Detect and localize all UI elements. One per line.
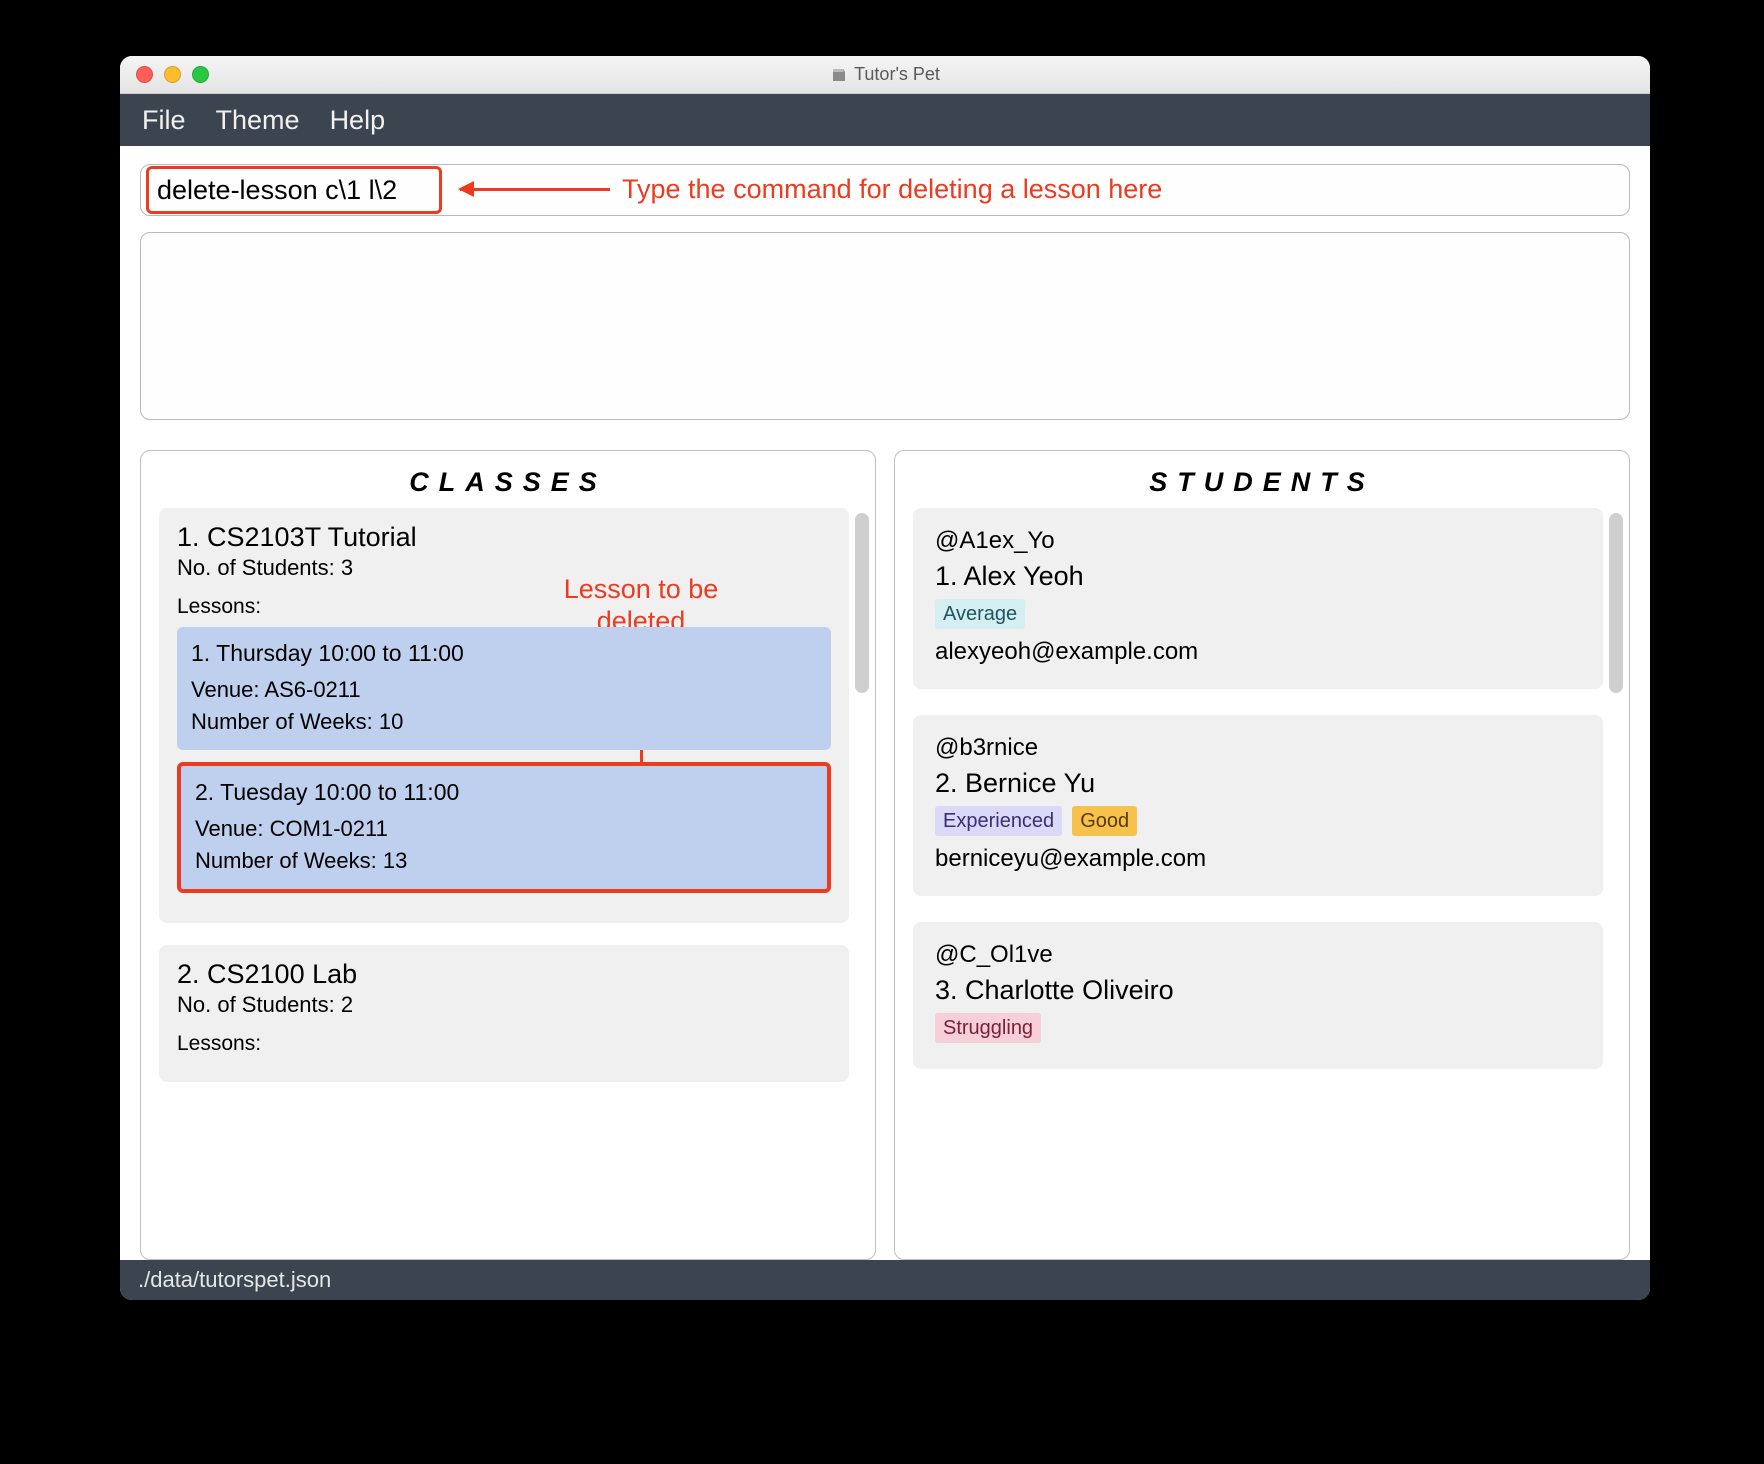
- minimize-icon[interactable]: [164, 66, 181, 83]
- menu-help[interactable]: Help: [330, 105, 386, 136]
- classes-title: CLASSES: [141, 451, 875, 508]
- menubar: File Theme Help: [120, 94, 1650, 146]
- student-handle: @b3rnice: [935, 731, 1581, 765]
- classes-panel: CLASSES Lesson to be deleted 1. CS2103T …: [140, 450, 876, 1260]
- window-title: Tutor's Pet: [120, 64, 1650, 85]
- status-path: ./data/tutorspet.json: [138, 1267, 331, 1293]
- student-card[interactable]: @A1ex_Yo1. Alex YeohAverage alexyeoh@exam…: [913, 508, 1603, 689]
- student-name: 1. Alex Yeoh: [935, 558, 1581, 596]
- classes-body: Lesson to be deleted 1. CS2103T Tutorial…: [141, 508, 875, 1259]
- menu-theme[interactable]: Theme: [216, 105, 300, 136]
- app-window: Tutor's Pet File Theme Help Type the com…: [120, 56, 1650, 1300]
- lesson-card[interactable]: 2. Tuesday 10:00 to 11:00 Venue: COM1-021…: [177, 762, 831, 893]
- command-input[interactable]: [140, 164, 1630, 216]
- student-handle: @C_Ol1ve: [935, 938, 1581, 972]
- class-card[interactable]: 2. CS2100 LabNo. of Students: 2 Lessons:: [159, 945, 849, 1082]
- student-email: alexyeoh@example.com: [935, 635, 1581, 669]
- class-card[interactable]: 1. CS2103T TutorialNo. of Students: 3 Les…: [159, 508, 849, 923]
- class-title: 2. CS2100 Lab: [177, 959, 831, 990]
- students-title: STUDENTS: [895, 451, 1629, 508]
- lesson-venue: Venue: AS6-0211: [191, 674, 817, 706]
- class-students-count: No. of Students: 2: [177, 992, 831, 1018]
- window-title-text: Tutor's Pet: [854, 64, 940, 85]
- output-wrap: [120, 224, 1650, 420]
- close-icon[interactable]: [136, 66, 153, 83]
- lesson-weeks: Number of Weeks: 13: [195, 845, 813, 877]
- student-name: 3. Charlotte Oliveiro: [935, 972, 1581, 1010]
- lessons-label: Lessons:: [177, 1032, 831, 1056]
- lesson-weeks: Number of Weeks: 10: [191, 706, 817, 738]
- students-panel: STUDENTS @A1ex_Yo1. Alex YeohAverage alex…: [894, 450, 1630, 1260]
- window-controls: [120, 66, 209, 83]
- menu-file[interactable]: File: [142, 105, 186, 136]
- lesson-card[interactable]: 1. Thursday 10:00 to 11:00 Venue: AS6-021…: [177, 627, 831, 750]
- student-tags: Experienced Good: [935, 806, 1581, 836]
- tag: Good: [1072, 806, 1137, 836]
- titlebar: Tutor's Pet: [120, 56, 1650, 94]
- students-body: @A1ex_Yo1. Alex YeohAverage alexyeoh@exam…: [895, 508, 1629, 1259]
- lesson-header: 2. Tuesday 10:00 to 11:00: [195, 776, 813, 809]
- lesson-venue: Venue: COM1-0211: [195, 813, 813, 845]
- tag: Average: [935, 599, 1025, 629]
- lesson-header: 1. Thursday 10:00 to 11:00: [191, 637, 817, 670]
- class-students-count: No. of Students: 3: [177, 555, 831, 581]
- panels: CLASSES Lesson to be deleted 1. CS2103T …: [120, 420, 1650, 1260]
- student-email: berniceyu@example.com: [935, 842, 1581, 876]
- tag: Experienced: [935, 806, 1062, 836]
- output-box: [140, 232, 1630, 420]
- student-tags: Average: [935, 599, 1581, 629]
- app-icon: [830, 66, 848, 84]
- command-wrap: Type the command for deleting a lesson h…: [120, 146, 1650, 224]
- student-tags: Struggling: [935, 1013, 1581, 1043]
- zoom-icon[interactable]: [192, 66, 209, 83]
- student-handle: @A1ex_Yo: [935, 524, 1581, 558]
- lessons-label: Lessons:: [177, 595, 831, 619]
- statusbar: ./data/tutorspet.json: [120, 1260, 1650, 1300]
- tag: Struggling: [935, 1013, 1041, 1043]
- student-name: 2. Bernice Yu: [935, 765, 1581, 803]
- student-card[interactable]: @C_Ol1ve3. Charlotte OliveiroStruggling: [913, 922, 1603, 1069]
- class-title: 1. CS2103T Tutorial: [177, 522, 831, 553]
- student-card[interactable]: @b3rnice2. Bernice YuExperienced Good bern…: [913, 715, 1603, 896]
